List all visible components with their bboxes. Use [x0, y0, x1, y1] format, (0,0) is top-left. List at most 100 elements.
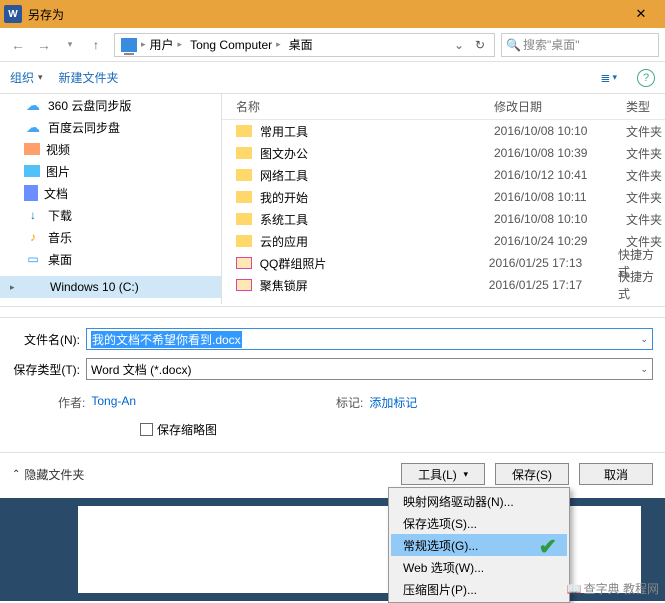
hide-folders-button[interactable]: ⌃ 隐藏文件夹 [12, 466, 84, 483]
search-icon: 🔍 [506, 38, 521, 52]
tree-item-360cloud[interactable]: ☁ 360 云盘同步版 [0, 94, 221, 116]
folder-icon [236, 147, 252, 159]
view-options-button[interactable]: ≣ ▾ [596, 69, 621, 87]
file-row[interactable]: QQ群组照片2016/01/25 17:13快捷方式 [222, 252, 665, 274]
file-name: QQ群组照片 [260, 255, 489, 272]
author-value[interactable]: Tong-An [91, 394, 136, 411]
file-name: 常用工具 [260, 123, 494, 140]
tree-label: 文档 [44, 185, 68, 202]
organize-button[interactable]: 组织 ▾ [10, 69, 43, 86]
organize-label: 组织 [10, 69, 34, 86]
file-type: 快捷方式 [618, 268, 665, 302]
menu-item-compress-pictures[interactable]: 压缩图片(P)... [391, 578, 567, 600]
menu-item-save-options[interactable]: 保存选项(S)... [391, 512, 567, 534]
chevron-right-icon[interactable]: ▸ [178, 39, 183, 50]
file-type: 文件夹 [626, 123, 662, 140]
chevron-down-icon[interactable]: ⌄ [640, 364, 648, 375]
file-row[interactable]: 常用工具2016/10/08 10:10文件夹 [222, 120, 665, 142]
filetype-select[interactable]: Word 文档 (*.docx) ⌄ [86, 358, 653, 380]
expand-icon[interactable]: ▸ [10, 282, 22, 293]
author-label: 作者: [58, 394, 85, 411]
menu-item-map-drive[interactable]: 映射网络驱动器(N)... [391, 490, 567, 512]
filename-input[interactable]: 我的文档不希望你看到.docx ⌄ [86, 328, 653, 350]
watermark-text: 查字典 教程网 [584, 580, 659, 597]
help-icon[interactable]: ? [637, 69, 655, 87]
windows-icon [28, 280, 44, 294]
column-headers: 名称 修改日期 类型 [222, 94, 665, 120]
file-name: 我的开始 [260, 189, 494, 206]
file-name: 图文办公 [260, 145, 494, 162]
address-dropdown-icon[interactable]: ⌄ [450, 38, 468, 52]
folder-icon [236, 169, 252, 181]
tree-item-baidu[interactable]: ☁百度云同步盘 [0, 116, 221, 138]
file-row[interactable]: 我的开始2016/10/08 10:11文件夹 [222, 186, 665, 208]
tree-item-downloads[interactable]: ↓ 下载 [0, 204, 221, 226]
file-row[interactable]: 聚焦锁屏2016/01/25 17:17快捷方式 [222, 274, 665, 296]
tree-item-drive-c[interactable]: ▸Windows 10 (C:) [0, 276, 221, 298]
tags-value[interactable]: 添加标记 [369, 394, 417, 411]
tags-label: 标记: [336, 394, 363, 411]
file-type: 文件夹 [626, 167, 662, 184]
chevron-down-icon[interactable]: ⌄ [640, 334, 648, 345]
breadcrumb-item[interactable]: Tong Computer ▸ [186, 34, 285, 56]
cancel-button[interactable]: 取消 [579, 463, 653, 485]
tree-label: 图片 [46, 163, 70, 180]
recent-dropdown-icon[interactable]: ▾ [58, 33, 82, 57]
meta-row: 作者: Tong-An 标记: 添加标记 [12, 388, 653, 421]
file-name: 系统工具 [260, 211, 494, 228]
download-icon: ↓ [24, 207, 42, 223]
breadcrumb-label: 桌面 [289, 36, 313, 53]
filetype-row: 保存类型(T): Word 文档 (*.docx) ⌄ [12, 358, 653, 380]
folder-icon [236, 235, 252, 247]
tree-item-video[interactable]: 视频 [0, 138, 221, 160]
refresh-icon[interactable]: ↻ [468, 34, 492, 56]
desktop-icon: ▭ [24, 251, 42, 267]
address-bar[interactable]: ▸ 用户 ▸ Tong Computer ▸ 桌面 ⌄ ↻ [114, 33, 495, 57]
tree-item-music[interactable]: ♪ 音乐 [0, 226, 221, 248]
up-icon[interactable]: ↑ [84, 33, 108, 57]
tree-label: 音乐 [48, 229, 72, 246]
thumbnail-checkbox[interactable] [140, 423, 153, 436]
filename-label: 文件名(N): [12, 331, 86, 348]
menu-item-general-options[interactable]: 常规选项(G)...✔ [391, 534, 567, 556]
breadcrumb-item[interactable]: 桌面 [285, 34, 317, 56]
col-name[interactable]: 名称 [236, 98, 494, 115]
chevron-down-icon: ▾ [463, 469, 468, 480]
pictures-icon [24, 165, 40, 177]
save-button[interactable]: 保存(S) [495, 463, 569, 485]
filetype-label: 保存类型(T): [12, 361, 86, 378]
back-icon[interactable]: ← [6, 33, 30, 57]
file-row[interactable]: 云的应用2016/10/24 10:29文件夹 [222, 230, 665, 252]
nav-bar: ← → ▾ ↑ ▸ 用户 ▸ Tong Computer ▸ 桌面 ⌄ ↻ 🔍 … [0, 28, 665, 62]
search-input[interactable]: 🔍 搜索"桌面" [501, 33, 659, 57]
forward-icon: → [32, 33, 56, 57]
chevron-right-icon[interactable]: ▸ [276, 39, 281, 50]
file-list: 名称 修改日期 类型 常用工具2016/10/08 10:10文件夹图文办公20… [222, 94, 665, 304]
titlebar: W 另存为 ✕ [0, 0, 665, 28]
tree-item-documents[interactable]: 文档 [0, 182, 221, 204]
close-icon[interactable]: ✕ [621, 0, 661, 28]
thumbnail-label: 保存缩略图 [157, 421, 217, 438]
file-row[interactable]: 系统工具2016/10/08 10:10文件夹 [222, 208, 665, 230]
file-row[interactable]: 图文办公2016/10/08 10:39文件夹 [222, 142, 665, 164]
file-name: 云的应用 [260, 233, 494, 250]
music-icon: ♪ [24, 229, 42, 245]
thumbnail-row: 保存缩略图 [12, 421, 653, 446]
search-placeholder: 搜索"桌面" [523, 36, 654, 53]
tools-label: 工具(L) [418, 466, 457, 483]
watermark-icon: 📖 [567, 582, 582, 596]
cloud-icon: ☁ [24, 97, 42, 113]
tree-item-desktop[interactable]: ▭桌面 [0, 248, 221, 270]
new-folder-button[interactable]: 新建文件夹 [59, 69, 119, 86]
col-type[interactable]: 类型 [626, 98, 650, 115]
breadcrumb-item[interactable]: 用户 ▸ [146, 34, 187, 56]
file-row[interactable]: 网络工具2016/10/12 10:41文件夹 [222, 164, 665, 186]
filetype-value: Word 文档 (*.docx) [91, 361, 191, 378]
tree-label: 下载 [48, 207, 72, 224]
tree-item-pictures[interactable]: 图片 [0, 160, 221, 182]
col-date[interactable]: 修改日期 [494, 98, 626, 115]
tools-menu: 映射网络驱动器(N)... 保存选项(S)... 常规选项(G)...✔ Web… [388, 487, 570, 603]
tree-label: 360 云盘同步版 [48, 97, 131, 114]
tools-button[interactable]: 工具(L) ▾ [401, 463, 485, 485]
watermark: 📖 查字典 教程网 [567, 580, 659, 597]
